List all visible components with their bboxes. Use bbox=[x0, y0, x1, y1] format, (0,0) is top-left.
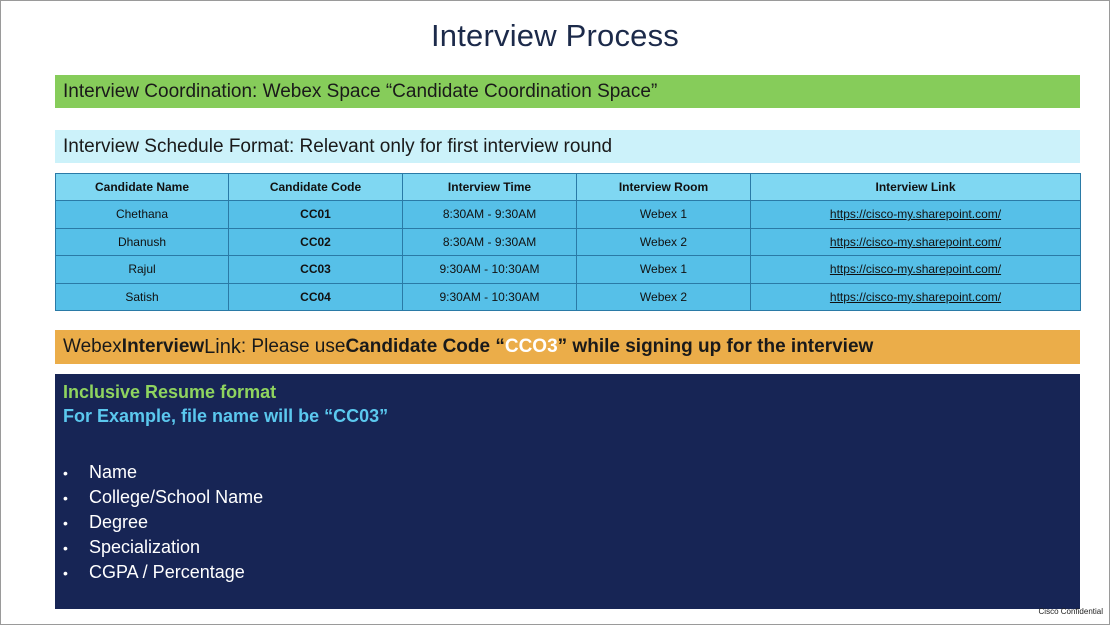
bullet-icon: • bbox=[63, 564, 68, 581]
bullet-icon: • bbox=[63, 514, 68, 531]
bullet-icon: • bbox=[63, 464, 68, 481]
please-use-text: : Please use bbox=[240, 336, 346, 357]
header-candidate-name: Candidate Name bbox=[55, 173, 229, 201]
cell-interview-room: Webex 2 bbox=[576, 227, 751, 256]
table-row: Satish CC04 9:30AM - 10:30AM Webex 2 htt… bbox=[55, 282, 1081, 311]
resume-heading-line: Inclusive Resume format bbox=[63, 382, 1080, 406]
resume-format-panel: Inclusive Resume format For Example, fil… bbox=[55, 374, 1080, 609]
cell-interview-time: 8:30AM - 9:30AM bbox=[402, 200, 577, 229]
table-row: Chethana CC01 8:30AM - 9:30AM Webex 1 ht… bbox=[55, 200, 1081, 229]
cell-interview-link[interactable]: https://cisco-my.sharepoint.com/ bbox=[750, 227, 1081, 256]
header-interview-link: Interview Link bbox=[750, 173, 1081, 201]
cell-candidate-name: Chethana bbox=[55, 200, 229, 229]
bullet-icon: • bbox=[63, 489, 68, 506]
bullet-icon: • bbox=[63, 539, 68, 556]
cell-interview-time: 9:30AM - 10:30AM bbox=[402, 282, 577, 311]
schedule-format-text: Interview Schedule Format: Relevant only… bbox=[63, 135, 613, 157]
cell-candidate-name: Rajul bbox=[55, 255, 229, 284]
webex-link-banner: Webex Interview Link : Please use Candid… bbox=[55, 330, 1080, 364]
coordination-text: Interview Coordination: Webex Space “Can… bbox=[63, 80, 658, 102]
header-interview-time: Interview Time bbox=[402, 173, 577, 201]
list-item-label: CGPA / Percentage bbox=[89, 562, 245, 582]
list-item: • College/School Name bbox=[63, 485, 1080, 510]
cell-interview-room: Webex 2 bbox=[576, 282, 751, 311]
list-item-label: Degree bbox=[89, 512, 149, 532]
list-item: • CGPA / Percentage bbox=[63, 560, 1080, 585]
candidate-code-value: CCO3 bbox=[504, 336, 558, 357]
cell-candidate-code: CC04 bbox=[228, 282, 403, 311]
list-item: • Name bbox=[63, 460, 1080, 485]
cell-interview-link[interactable]: https://cisco-my.sharepoint.com/ bbox=[750, 200, 1081, 229]
header-candidate-code: Candidate Code bbox=[228, 173, 403, 201]
cell-candidate-code: CC01 bbox=[228, 200, 403, 229]
schedule-format-banner: Interview Schedule Format: Relevant only… bbox=[55, 130, 1080, 163]
list-item: • Degree bbox=[63, 510, 1080, 535]
cell-candidate-code: CC02 bbox=[228, 227, 403, 256]
coordination-banner: Interview Coordination: Webex Space “Can… bbox=[55, 75, 1080, 108]
cell-candidate-code: CC03 bbox=[228, 255, 403, 284]
table-header-row: Candidate Name Candidate Code Interview … bbox=[55, 173, 1081, 201]
cell-candidate-name: Satish bbox=[55, 282, 229, 311]
list-item: • Specialization bbox=[63, 535, 1080, 560]
signing-up-text: ” while signing up for the interview bbox=[557, 336, 874, 357]
candidate-code-label: Candidate Code “ bbox=[345, 336, 505, 357]
cell-interview-link[interactable]: https://cisco-my.sharepoint.com/ bbox=[750, 255, 1081, 284]
cell-interview-room: Webex 1 bbox=[576, 200, 751, 229]
list-item-label: Name bbox=[89, 462, 138, 482]
cell-candidate-name: Dhanush bbox=[55, 227, 229, 256]
header-interview-room: Interview Room bbox=[576, 173, 751, 201]
interview-word: Interview bbox=[121, 336, 205, 357]
cell-interview-time: 8:30AM - 9:30AM bbox=[402, 227, 577, 256]
page-title: Interview Process bbox=[430, 18, 680, 53]
list-item-label: Specialization bbox=[89, 537, 201, 557]
cell-interview-room: Webex 1 bbox=[576, 255, 751, 284]
cell-interview-link[interactable]: https://cisco-my.sharepoint.com/ bbox=[750, 282, 1081, 311]
resume-example: For Example, file name will be “CC03” bbox=[63, 406, 389, 426]
interview-schedule-table: Candidate Name Candidate Code Interview … bbox=[55, 173, 1081, 311]
table-row: Dhanush CC02 8:30AM - 9:30AM Webex 2 htt… bbox=[55, 227, 1081, 256]
cell-interview-time: 9:30AM - 10:30AM bbox=[402, 255, 577, 284]
resume-items-list: • Name • College/School Name • Degree • Spec… bbox=[63, 460, 1080, 585]
webex-word: Webex bbox=[63, 336, 122, 357]
list-item-label: College/School Name bbox=[89, 487, 264, 507]
confidential-footer: Cisco Confidential bbox=[1038, 607, 1103, 616]
table-row: Rajul CC03 9:30AM - 10:30AM Webex 1 http… bbox=[55, 255, 1081, 284]
link-word: Link bbox=[204, 335, 241, 358]
resume-heading: Inclusive Resume format bbox=[63, 382, 277, 402]
